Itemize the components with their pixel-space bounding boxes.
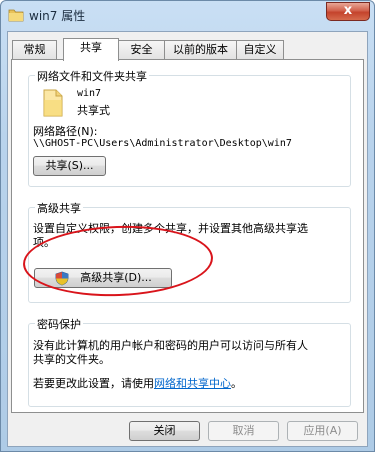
password-protection-label: 密码保护 <box>35 316 83 332</box>
network-sharing-label: 网络文件和文件夹共享 <box>35 68 149 84</box>
window-title: win7 属性 <box>29 9 86 23</box>
shared-folder-icon <box>43 89 63 117</box>
advanced-sharing-label: 高级共享 <box>35 200 83 216</box>
window-close-button[interactable]: x <box>326 2 370 21</box>
change-setting-prefix: 若要更改此设置，请使用 <box>33 377 154 390</box>
change-setting-suffix: 。 <box>231 377 242 390</box>
network-sharing-center-link[interactable]: 网络和共享中心 <box>154 377 231 390</box>
cancel-button[interactable]: 取消 <box>208 421 279 441</box>
folder-name: win7 <box>77 88 102 99</box>
network-path-label: 网络路径(N): <box>33 125 98 138</box>
password-description-2: 共享的文件夹。 <box>33 353 110 366</box>
apply-button[interactable]: 应用(A) <box>287 421 358 441</box>
tab-customize[interactable]: 自定义 <box>236 40 284 60</box>
close-button[interactable]: 关闭 <box>129 421 200 441</box>
network-sharing-group: 网络文件和文件夹共享 win7 共享式 网络路径(N): \\GHOST-PC\… <box>28 68 351 187</box>
network-path-value: \\GHOST-PC\Users\Administrator\Desktop\w… <box>33 138 292 149</box>
share-button[interactable]: 共享(S)... <box>33 156 106 176</box>
tab-strip: 常规 共享 安全 以前的版本 自定义 <box>8 38 367 61</box>
folder-icon <box>8 9 24 22</box>
change-setting-text: 若要更改此设置，请使用网络和共享中心。 <box>33 375 242 391</box>
password-protection-group: 密码保护 没有此计算机的用户帐户和密码的用户可以访问与所有人 共享的文件夹。 若… <box>28 316 351 407</box>
share-state: 共享式 <box>77 104 110 117</box>
properties-window: win7 属性 x 常规 共享 安全 以前的版本 自定义 网络文件和文件夹共享 … <box>0 0 375 452</box>
tab-sharing[interactable]: 共享 <box>63 38 119 61</box>
title-bar[interactable]: win7 属性 x <box>1 1 374 31</box>
tab-security[interactable]: 安全 <box>118 40 165 60</box>
tab-general[interactable]: 常规 <box>12 40 57 60</box>
tab-previous-versions[interactable]: 以前的版本 <box>164 40 237 60</box>
